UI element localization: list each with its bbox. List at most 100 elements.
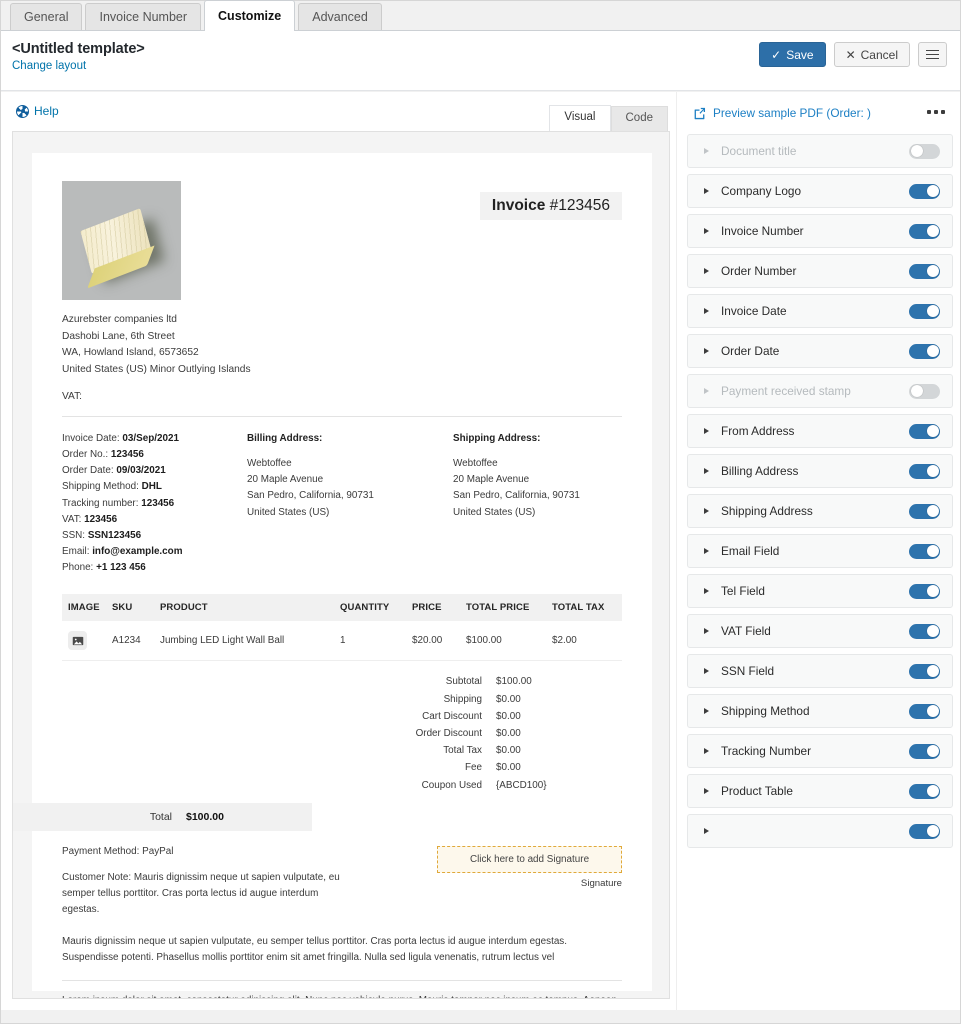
cancel-button[interactable]: ✕ Cancel: [833, 42, 910, 67]
field-toggle[interactable]: [909, 823, 940, 839]
field-toggle[interactable]: [909, 543, 940, 559]
caret-right-icon[interactable]: [704, 308, 709, 314]
external-link-icon: [694, 107, 706, 119]
add-signature-button[interactable]: Click here to add Signature: [437, 845, 622, 873]
field-toggle[interactable]: [909, 583, 940, 599]
column-header: TOTAL TAX: [546, 594, 622, 622]
caret-right-icon[interactable]: [704, 348, 709, 354]
field-toggle[interactable]: [909, 143, 940, 159]
field-item-billing-address[interactable]: Billing Address: [687, 454, 953, 488]
preview-sample-pdf-link[interactable]: Preview sample PDF (Order: ): [693, 106, 871, 120]
field-toggle[interactable]: [909, 303, 940, 319]
field-item-order-date[interactable]: Order Date: [687, 334, 953, 368]
field-item-invoice-date[interactable]: Invoice Date: [687, 294, 953, 328]
caret-right-icon[interactable]: [704, 708, 709, 714]
tab-invoice-number[interactable]: Invoice Number: [85, 3, 202, 30]
field-item-document-title[interactable]: Document title: [687, 134, 953, 168]
field-item-payment-received-stamp[interactable]: Payment received stamp: [687, 374, 953, 408]
change-layout-link[interactable]: Change layout: [12, 60, 145, 72]
field-item-tel-field[interactable]: Tel Field: [687, 574, 953, 608]
field-item-tracking-number[interactable]: Tracking Number: [687, 734, 953, 768]
table-header-row: IMAGE SKU PRODUCT QUANTITY PRICE TOTAL PRICE T…: [62, 594, 622, 622]
field-item-order-number[interactable]: Order Number: [687, 254, 953, 288]
field-item-shipping-method[interactable]: Shipping Method: [687, 694, 953, 728]
meta-label: Order No.:: [62, 449, 109, 461]
field-item-partial[interactable]: [687, 814, 953, 848]
caret-right-icon[interactable]: [704, 788, 709, 794]
caret-right-icon[interactable]: [704, 228, 709, 234]
billing-address-column: Billing Address: Webtoffee 20 Maple Avenu…: [247, 431, 453, 576]
field-toggle[interactable]: [909, 743, 940, 759]
invoice-meta-line: Order Date: 09/03/2021: [62, 463, 247, 479]
caret-right-icon[interactable]: [704, 748, 709, 754]
help-link[interactable]: Help: [16, 104, 59, 118]
invoice-meta-line: Shipping Method: DHL: [62, 479, 247, 495]
tab-advanced[interactable]: Advanced: [298, 3, 382, 30]
caret-right-icon[interactable]: [704, 188, 709, 194]
caret-right-icon[interactable]: [704, 668, 709, 674]
caret-right-icon[interactable]: [704, 388, 709, 394]
field-item-invoice-number[interactable]: Invoice Number: [687, 214, 953, 248]
kebab-menu-icon[interactable]: [927, 110, 945, 114]
from-address-line: Dashobi Lane, 6th Street: [62, 330, 175, 342]
field-toggle[interactable]: [909, 783, 940, 799]
field-toggle[interactable]: [909, 343, 940, 359]
tab-general[interactable]: General: [10, 3, 83, 30]
totals-label: Subtotal: [445, 676, 482, 688]
field-label: Billing Address: [721, 464, 799, 478]
order-meta-column: Invoice Date: 03/Sep/2021 Order No.: 1234…: [62, 431, 247, 576]
field-item-product-table[interactable]: Product Table: [687, 774, 953, 808]
meta-value: 123456: [141, 497, 175, 509]
caret-right-icon[interactable]: [704, 508, 709, 514]
totals-row: Cart Discount $0.00: [372, 708, 622, 725]
field-item-email-field[interactable]: Email Field: [687, 534, 953, 568]
view-tab-visual[interactable]: Visual: [549, 104, 611, 131]
field-label: Order Date: [721, 344, 780, 358]
caret-right-icon[interactable]: [704, 428, 709, 434]
caret-right-icon[interactable]: [704, 268, 709, 274]
invoice-preview-paper: Invoice #123456 Azurebster companies ltd…: [13, 153, 652, 998]
field-toggle-list: Document title Company Logo Invoice Number…: [687, 134, 953, 940]
field-label: Shipping Address: [721, 504, 813, 518]
field-toggle[interactable]: [909, 463, 940, 479]
field-label: Company Logo: [721, 184, 802, 198]
caret-right-icon[interactable]: [704, 468, 709, 474]
field-item-company-logo[interactable]: Company Logo: [687, 174, 953, 208]
caret-right-icon[interactable]: [704, 148, 709, 154]
totals-row: Total Tax $0.00: [372, 742, 622, 759]
preview-link-label: Preview sample PDF (Order: ): [713, 106, 871, 120]
field-item-shipping-address[interactable]: Shipping Address: [687, 494, 953, 528]
billing-address-line: Webtoffee: [247, 458, 292, 470]
signature-area: Click here to add Signature Signature: [437, 845, 622, 889]
field-toggle[interactable]: [909, 703, 940, 719]
field-toggle[interactable]: [909, 623, 940, 639]
shipping-address-line: Webtoffee: [453, 458, 498, 470]
field-item-vat-field[interactable]: VAT Field: [687, 614, 953, 648]
field-label: SSN Field: [721, 664, 775, 678]
caret-right-icon[interactable]: [704, 628, 709, 634]
caret-right-icon[interactable]: [704, 828, 709, 834]
caret-right-icon[interactable]: [704, 548, 709, 554]
field-toggle[interactable]: [909, 423, 940, 439]
meta-label: Email:: [62, 546, 90, 558]
field-toggle[interactable]: [909, 663, 940, 679]
field-label: From Address: [721, 424, 795, 438]
template-header: <Untitled template> Change layout ✓ Save…: [0, 31, 961, 91]
view-tab-code[interactable]: Code: [610, 105, 668, 131]
paragraph-one: Mauris dignissim neque ut sapien vulputa…: [62, 935, 567, 963]
totals-label: Fee: [464, 762, 482, 774]
meta-label: Tracking number:: [62, 497, 139, 509]
save-button[interactable]: ✓ Save: [759, 42, 826, 67]
field-toggle[interactable]: [909, 183, 940, 199]
field-toggle[interactable]: [909, 383, 940, 399]
field-item-ssn-field[interactable]: SSN Field: [687, 654, 953, 688]
field-item-from-address[interactable]: From Address: [687, 414, 953, 448]
column-header: PRODUCT: [154, 594, 334, 622]
field-label: Product Table: [721, 784, 793, 798]
field-toggle[interactable]: [909, 263, 940, 279]
more-options-button[interactable]: [918, 42, 947, 67]
field-toggle[interactable]: [909, 503, 940, 519]
tab-customize[interactable]: Customize: [204, 0, 296, 31]
field-toggle[interactable]: [909, 223, 940, 239]
caret-right-icon[interactable]: [704, 588, 709, 594]
